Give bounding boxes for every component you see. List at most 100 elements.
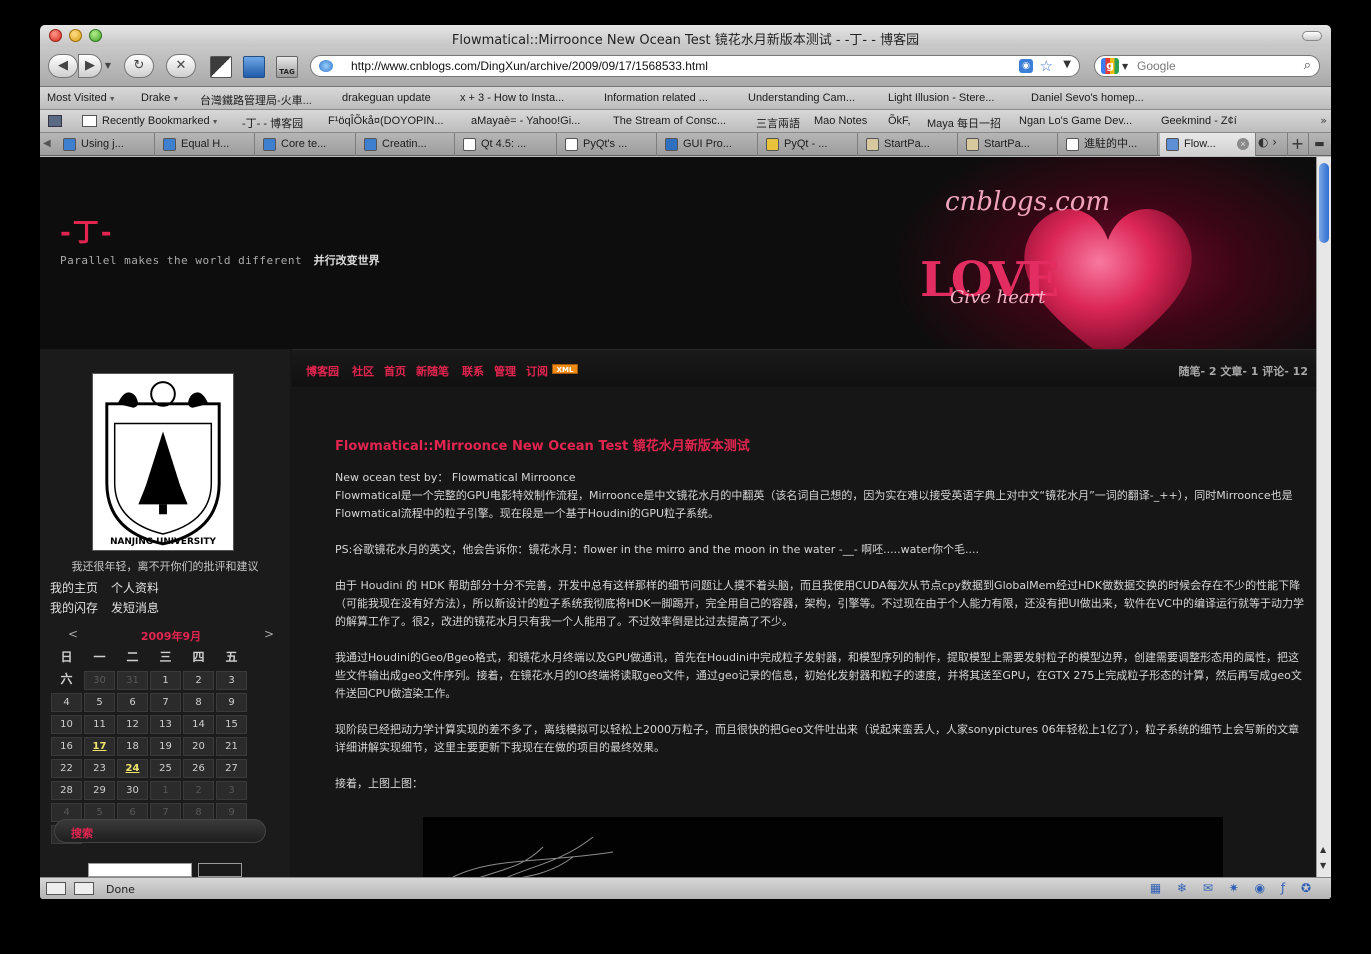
avatar[interactable]: 1902 NANJING UNIVERSITY (92, 373, 234, 551)
calendar-next-button[interactable]: > (264, 627, 274, 641)
blog-nav-link[interactable]: 社区 (352, 363, 374, 379)
post-title[interactable]: Flowmatical::Mirroonce New Ocean Test 镜花… (335, 435, 750, 454)
page-scrollbar[interactable]: ▲ ▼ (1316, 157, 1331, 877)
google-engine-icon[interactable]: g (1101, 58, 1119, 74)
status-addon-icons[interactable]: ▦ ❄ ✉ ✷ ◉ ƒ ✪ (1150, 881, 1317, 895)
bookmark-item[interactable]: aMayaè= - Yahoo!Gi... (471, 115, 580, 127)
tab-label: Equal H... (181, 138, 230, 150)
rss-feed-icon[interactable]: ◉ (1019, 59, 1033, 73)
bookmark-item[interactable]: Drake ▼ (141, 92, 179, 104)
bookmark-item[interactable]: x + 3 - How to Insta... (460, 92, 564, 104)
tab-4[interactable]: Creatin... (358, 133, 455, 156)
bookmark-item[interactable]: drakeguan update (342, 92, 431, 104)
stop-button[interactable]: ✕ (166, 54, 196, 78)
calendar-day-link[interactable]: 24 (117, 759, 148, 778)
tag-icon[interactable]: TAG (276, 56, 298, 78)
post-paragraph: New ocean test by： Flowmatical Mirroonce (335, 471, 576, 484)
search-input[interactable]: Google (1137, 59, 1176, 73)
sidebar: 1902 NANJING UNIVERSITY 我还很年轻，离不开你们的批评和建… (40, 349, 290, 877)
blog-post: Flowmatical::Mirroonce New Ocean Test 镜花… (292, 389, 1316, 877)
reload-button[interactable]: ↻ (124, 54, 154, 78)
blog-nav-link[interactable]: 管理 (494, 363, 516, 379)
bookmark-sidebar-icon[interactable] (243, 56, 265, 78)
site-identity-icon[interactable] (319, 60, 333, 72)
bookmark-star-icon[interactable]: ☆ (1040, 57, 1053, 75)
bookmark-item[interactable]: Recently Bookmarked ▼ (102, 115, 219, 127)
sidebar-toggle-icon[interactable] (74, 882, 94, 895)
tab-12[interactable]: Flow... × (1160, 133, 1256, 156)
blog-tagline: Parallel makes the world different 并行改变世… (60, 252, 380, 268)
tab-10[interactable]: StartPa... (960, 133, 1058, 156)
blog-nav-link[interactable]: 订阅 (526, 363, 548, 379)
bookmark-item[interactable]: Understanding Cam... (748, 92, 855, 104)
browser-window: Flowmatical::Mirroonce New Ocean Test 镜花… (40, 25, 1331, 899)
calendar-day: 3 (216, 671, 247, 690)
blog-nav-link[interactable]: 新随笔 (416, 363, 449, 379)
tab-label: PyQt's ... (583, 138, 628, 150)
calendar-day: 30 (117, 781, 148, 800)
toolbar-toggle-button[interactable] (1302, 31, 1322, 41)
bookmark-item[interactable]: The Stream of Consc... (613, 115, 726, 127)
sidebar-link-message[interactable]: 发短消息 (111, 599, 159, 616)
blog-nav-link[interactable]: 联系 (462, 363, 484, 379)
window-title: Flowmatical::Mirroonce New Ocean Test 镜花… (451, 33, 920, 48)
bookmark-item[interactable]: 三言兩語 (756, 115, 800, 131)
tab-9[interactable]: StartPa... (860, 133, 958, 156)
bookmark-item[interactable]: Daniel Sevo's homep... (1031, 92, 1144, 104)
tab-6[interactable]: PyQt's ... (559, 133, 657, 156)
url-history-dropdown[interactable]: ▼ (1063, 59, 1071, 70)
history-dropdown-button[interactable]: ▼ (104, 62, 112, 70)
tab-list-button[interactable]: ▬ (1308, 133, 1330, 156)
status-toggle-icon[interactable] (46, 882, 66, 895)
bookmark-item[interactable]: F¹öqÎÕkå¤(DOYOPIN... (328, 115, 444, 127)
chevron-down-icon[interactable]: ▼ (1122, 62, 1128, 71)
tab-3[interactable]: Core te... (257, 133, 356, 156)
scroll-up-icon[interactable]: ▲ (1320, 845, 1326, 854)
blog-nav-link[interactable]: 博客园 (306, 363, 339, 379)
addon-toolbar-icon[interactable] (210, 56, 232, 78)
tab-1[interactable]: Using j... (57, 133, 155, 156)
new-tab-button[interactable]: + (1287, 133, 1307, 156)
sidebar-link-flash[interactable]: 我的闪存 (50, 599, 98, 616)
sidebar-link-home[interactable]: 我的主页 (50, 579, 98, 596)
forward-button[interactable]: ▶ (78, 54, 102, 78)
bookmark-item[interactable]: 台灣鐵路管理局-火車... (200, 92, 312, 108)
sidebar-search-button[interactable] (198, 863, 242, 877)
bookmark-item[interactable]: Light Illusion - Stere... (888, 92, 994, 104)
tab-7[interactable]: GUI Pro... (659, 133, 758, 156)
calendar-day: 12 (117, 715, 148, 734)
sidebar-link-profile[interactable]: 个人资料 (111, 579, 159, 596)
calendar-day-link[interactable]: 17 (84, 737, 115, 756)
scroll-down-icon[interactable]: ▼ (1320, 861, 1326, 870)
bookmark-item[interactable]: -丁- - 博客园 (242, 115, 303, 131)
bookmark-item[interactable]: Mao Notes (814, 115, 867, 127)
bookmark-item[interactable]: Information related ... (604, 92, 708, 104)
stop-icon: ✕ (175, 58, 187, 73)
search-icon[interactable]: ⌕ (1304, 58, 1311, 73)
bookmark-item[interactable]: Geekmind - Z¢í (1161, 115, 1237, 127)
blog-title[interactable]: -丁- (60, 212, 114, 249)
calendar-day: 2 (183, 781, 214, 800)
blog-nav-link[interactable]: 首页 (384, 363, 406, 379)
tab-11[interactable]: 進駐的中... (1060, 133, 1158, 156)
tab-8[interactable]: PyQt - ... (760, 133, 858, 156)
tab-2[interactable]: Equal H... (157, 133, 255, 156)
bookmarks-menu-icon[interactable] (48, 115, 62, 127)
tab-5[interactable]: Qt 4.5: ... (457, 133, 557, 156)
search-bar[interactable]: g ▼ Google ⌕ (1094, 55, 1320, 77)
tab-scroll-icons[interactable]: ◐ › (1258, 135, 1277, 149)
bookmarks-overflow-chevron-icon[interactable]: » (1320, 114, 1327, 127)
sidebar-search-input[interactable] (88, 863, 192, 877)
chevron-down-icon: ▼ (108, 96, 116, 103)
back-button[interactable]: ◀ (48, 54, 78, 78)
tab-scroll-left-icon[interactable]: ◀ (43, 138, 51, 149)
xml-feed-badge[interactable]: XML (552, 364, 578, 374)
close-tab-icon[interactable]: × (1237, 138, 1249, 150)
url-input[interactable]: http://www.cnblogs.com/DingXun/archive/2… (351, 59, 708, 73)
bookmark-item[interactable]: Ngan Lo's Game Dev... (1019, 115, 1132, 127)
bookmark-item[interactable]: Maya 每日一招 (927, 115, 1001, 131)
bookmark-item[interactable]: Most Visited ▼ (47, 92, 116, 104)
url-bar[interactable]: http://www.cnblogs.com/DingXun/archive/2… (310, 55, 1080, 77)
scrollbar-thumb[interactable] (1319, 163, 1329, 243)
bookmark-item[interactable]: ÕkF, (888, 115, 911, 127)
